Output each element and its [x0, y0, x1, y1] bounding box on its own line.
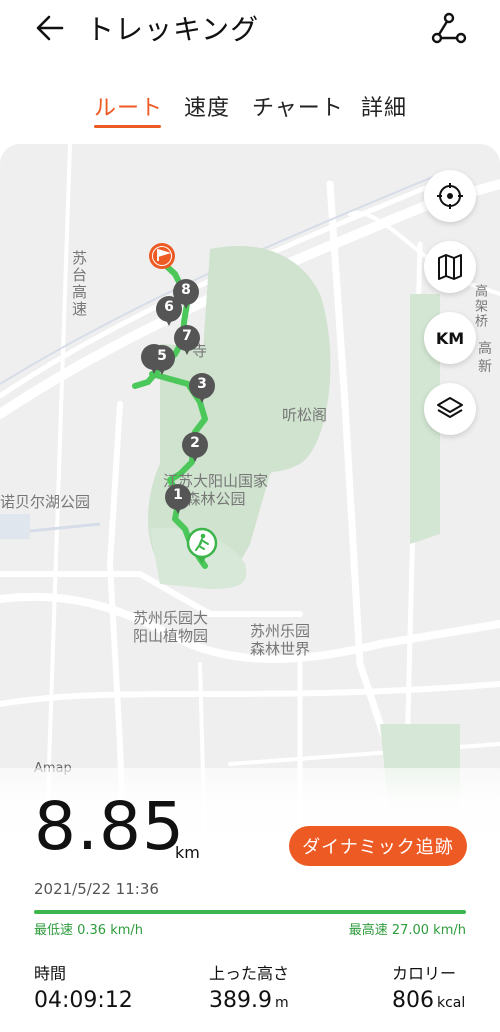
min-speed: 最低速 0.36 km/h	[34, 923, 144, 938]
app-header: トレッキング	[0, 0, 500, 64]
end-flag-icon	[149, 243, 175, 269]
speed-bar	[34, 910, 466, 914]
km-marker[interactable]: 2	[182, 432, 208, 464]
calorie-label: カロリー	[392, 964, 457, 983]
map-label-nobel: 诺贝尔湖公园	[0, 493, 91, 511]
time-label: 時間	[34, 964, 67, 983]
km-toggle-button[interactable]: KM	[424, 312, 476, 364]
tab-details[interactable]: 詳細	[361, 90, 407, 122]
km-marker[interactable]: 8	[173, 279, 199, 311]
map-label-gaoxin: 高新	[478, 341, 492, 375]
time-value: 04:09:12	[34, 988, 133, 1013]
map-style-button[interactable]	[424, 241, 476, 293]
map-label-tinsong: 听松阁	[282, 406, 328, 424]
ascent-value: 389.9	[209, 988, 272, 1013]
share-icon[interactable]	[428, 10, 468, 46]
calorie-value: 806	[392, 988, 434, 1013]
km-marker[interactable]: 1	[165, 484, 191, 516]
calorie-stat: 806 kcal	[392, 988, 465, 1013]
locate-icon	[437, 183, 463, 209]
distance-value: 8.85	[34, 788, 185, 865]
ascent-label: 上った高さ	[209, 964, 290, 983]
map-label-botanical: 苏州乐园大阳山植物园	[133, 609, 209, 645]
map-style-icon	[438, 254, 462, 280]
ascent-stat: 389.9 m	[209, 988, 289, 1013]
page-title: トレッキング	[86, 13, 260, 46]
calorie-unit: kcal	[437, 995, 466, 1011]
ascent-unit: m	[274, 995, 289, 1011]
layers-icon	[437, 397, 463, 418]
km-label: KM	[435, 328, 465, 348]
map-label-gaojia: 高架桥	[472, 284, 487, 329]
tab-chart[interactable]: チャート	[252, 90, 344, 122]
locate-button[interactable]	[424, 170, 476, 222]
map-label-forest-world: 苏州乐园森林世界	[250, 622, 311, 658]
active-tab-indicator	[94, 125, 161, 128]
max-speed: 最高速 27.00 km/h	[348, 923, 466, 938]
km-marker[interactable]: 7	[174, 325, 200, 357]
km-marker[interactable]: 3	[189, 373, 215, 405]
map-label-expressway: 苏台高速	[70, 250, 88, 318]
dynamic-track-button[interactable]: ダイナミック追跡	[289, 826, 467, 866]
km-marker[interactable]: 5	[149, 345, 175, 377]
activity-datetime: 2021/5/22 11:36	[34, 880, 159, 898]
layers-button[interactable]	[424, 383, 476, 435]
tab-speed[interactable]: 速度	[184, 90, 230, 122]
tab-route[interactable]: ルート	[94, 90, 163, 122]
distance-unit: km	[175, 843, 200, 862]
tab-bar: ルート 速度 チャート 詳細	[0, 86, 500, 136]
back-arrow-icon[interactable]	[30, 10, 70, 46]
